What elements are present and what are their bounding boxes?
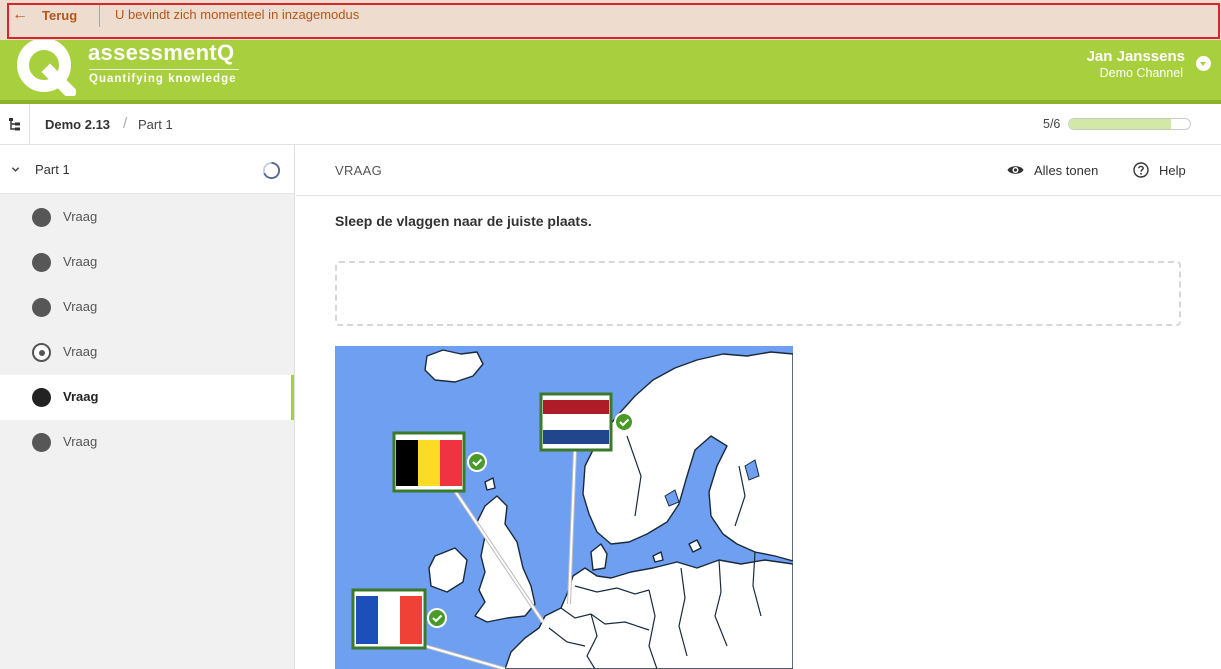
europe-map-image bbox=[335, 346, 793, 669]
breadcrumb-part: Part 1 bbox=[138, 117, 173, 132]
sidebar: Part 1 Vraag Vraag Vraag Vraag Vraag Vraag bbox=[0, 145, 295, 669]
user-name[interactable]: Jan Janssens bbox=[1087, 48, 1185, 65]
question-list: Vraag Vraag Vraag Vraag Vraag Vraag bbox=[0, 195, 294, 465]
question-label: Vraag bbox=[63, 389, 99, 404]
sidebar-question-item[interactable]: Vraag bbox=[0, 420, 294, 465]
user-channel: Demo Channel bbox=[1099, 66, 1183, 80]
europe-map bbox=[335, 346, 793, 669]
part-title: Part 1 bbox=[35, 162, 70, 177]
brand-tagline: Quantifying knowledge bbox=[89, 73, 237, 85]
question-status-icon bbox=[32, 433, 51, 452]
question-instruction: Sleep de vlaggen naar de juiste plaats. bbox=[335, 213, 592, 229]
flag-drop-zone[interactable] bbox=[335, 261, 1181, 326]
eye-icon bbox=[1007, 166, 1024, 174]
breadcrumb-bar: Demo 2.13 / Part 1 5/6 bbox=[0, 104, 1221, 145]
help-label: Help bbox=[1159, 162, 1186, 178]
user-menu-chevron-icon[interactable] bbox=[1196, 56, 1211, 71]
flag-netherlands[interactable] bbox=[539, 392, 613, 452]
show-all-label: Alles tonen bbox=[1034, 162, 1099, 178]
section-label: VRAAG bbox=[335, 163, 383, 178]
q-logo-icon bbox=[17, 40, 76, 96]
progress-bar bbox=[1068, 118, 1191, 130]
help-button[interactable]: Help bbox=[1133, 160, 1186, 180]
sidebar-question-item[interactable]: Vraag bbox=[0, 195, 294, 240]
show-all-button[interactable]: Alles tonen bbox=[1007, 160, 1098, 180]
chevron-down-icon bbox=[11, 167, 20, 172]
question-status-icon bbox=[32, 298, 51, 317]
part-header[interactable]: Part 1 bbox=[0, 145, 294, 194]
tree-icon bbox=[8, 118, 20, 131]
progress-bar-fill bbox=[1069, 119, 1171, 129]
sidebar-question-item[interactable]: Vraag bbox=[0, 375, 294, 420]
breadcrumb-test[interactable]: Demo 2.13 bbox=[45, 117, 110, 132]
question-toolbar: VRAAG Alles tonen Help bbox=[296, 145, 1221, 196]
progress-spinner-icon bbox=[262, 161, 281, 180]
check-icon bbox=[427, 608, 447, 628]
check-icon bbox=[467, 452, 487, 472]
question-label: Vraag bbox=[63, 434, 98, 449]
question-status-icon bbox=[32, 208, 51, 227]
sidebar-question-item[interactable]: Vraag bbox=[0, 330, 294, 375]
highlight-frame bbox=[7, 3, 1220, 39]
question-panel: VRAAG Alles tonen Help Sleep de vlaggen … bbox=[296, 145, 1221, 669]
check-icon bbox=[614, 412, 634, 432]
brand-name: assessmentQ bbox=[88, 40, 235, 65]
question-status-icon bbox=[32, 343, 51, 362]
flag-belgium[interactable] bbox=[392, 431, 466, 493]
tree-view-button[interactable] bbox=[0, 104, 30, 144]
progress-count: 5/6 bbox=[1043, 117, 1061, 131]
review-mode-banner: ← Terug U bevindt zich momenteel in inza… bbox=[0, 0, 1221, 40]
app-header: assessmentQ Quantifying knowledge Jan Ja… bbox=[0, 40, 1221, 104]
flag-france[interactable] bbox=[351, 588, 427, 650]
question-label: Vraag bbox=[63, 209, 98, 224]
question-status-icon bbox=[32, 388, 51, 407]
question-label: Vraag bbox=[63, 299, 98, 314]
breadcrumb-separator: / bbox=[123, 115, 128, 132]
question-status-icon bbox=[32, 253, 51, 272]
question-label: Vraag bbox=[63, 344, 98, 359]
sidebar-question-item[interactable]: Vraag bbox=[0, 240, 294, 285]
sidebar-question-item[interactable]: Vraag bbox=[0, 285, 294, 330]
help-icon bbox=[1133, 162, 1149, 178]
brand-divider bbox=[89, 69, 239, 70]
question-label: Vraag bbox=[63, 254, 98, 269]
